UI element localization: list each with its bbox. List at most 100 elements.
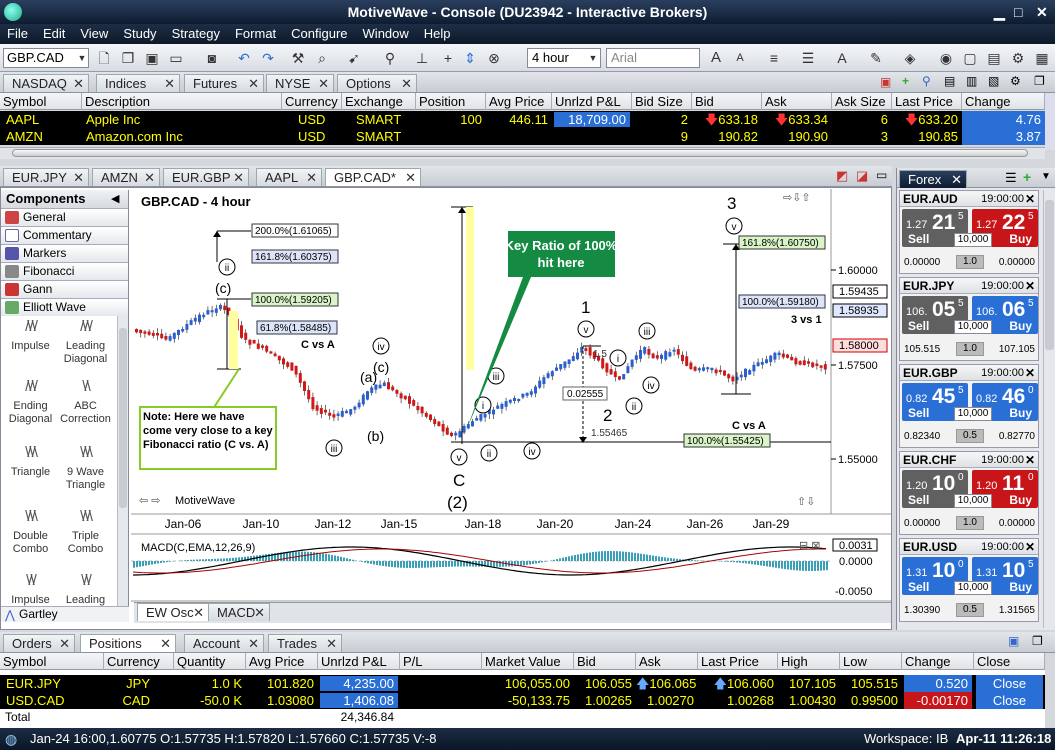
scroll-arrows-icon[interactable]: ⇦ ⇨ bbox=[139, 495, 161, 507]
menu-study[interactable]: Study bbox=[116, 24, 164, 41]
col-bid[interactable]: Bid bbox=[574, 653, 636, 670]
tab-eur-gbp[interactable]: EUR.GBP ✕ bbox=[163, 168, 249, 186]
workspace-label[interactable]: Workspace: IB bbox=[864, 728, 948, 750]
col-close[interactable]: Close bbox=[974, 653, 1045, 670]
plus-icon[interactable]: + bbox=[902, 74, 909, 88]
close-tab-icon[interactable]: ✕ bbox=[164, 75, 175, 92]
tab-options[interactable]: Options ✕ bbox=[337, 74, 417, 92]
positions-config-icon[interactable]: ▣ bbox=[1008, 634, 1019, 648]
watchlist-scrollbar[interactable] bbox=[1045, 93, 1055, 150]
draw-tools-icon[interactable]: ⚒ bbox=[290, 50, 306, 66]
close-tab-icon[interactable]: ✕ bbox=[144, 169, 155, 186]
find-icon[interactable]: ⚲ bbox=[922, 74, 931, 88]
close-tab-icon[interactable]: ✕ bbox=[59, 635, 70, 652]
tab-macd[interactable]: MACD ✕ bbox=[208, 603, 270, 621]
col-currency[interactable]: Currency bbox=[104, 653, 174, 670]
restore-icon[interactable]: ❐ bbox=[1034, 74, 1045, 88]
quantity-input[interactable]: 10,000 bbox=[954, 407, 992, 421]
tool-leading-diagonal[interactable]: /\/\/Leading Diagonal bbox=[58, 319, 113, 366]
close-tab-icon[interactable]: ✕ bbox=[318, 75, 329, 92]
quantity-input[interactable]: 10,000 bbox=[954, 320, 992, 334]
tab-trades[interactable]: Trades ✕ bbox=[268, 634, 342, 652]
pin-icon[interactable]: ⊥ bbox=[414, 50, 430, 66]
fill-color-icon[interactable]: ◈ bbox=[902, 50, 918, 66]
align-icon[interactable]: ≡ bbox=[766, 50, 782, 66]
close-tab-icon[interactable]: ✕ bbox=[248, 75, 259, 92]
col-last-price[interactable]: Last Price bbox=[698, 653, 778, 670]
close-tab-icon[interactable]: ✕ bbox=[233, 169, 244, 186]
tool-impulse[interactable]: /\/\/Impulse bbox=[3, 319, 58, 353]
close-window-icon[interactable]: ✕ bbox=[1036, 0, 1048, 24]
close-tab-icon[interactable]: ✕ bbox=[401, 75, 412, 92]
tab-indices[interactable]: Indices ✕ bbox=[96, 74, 180, 92]
close-tab-icon[interactable]: ✕ bbox=[160, 635, 171, 652]
layout-icon[interactable]: ▦ bbox=[1034, 50, 1050, 66]
close-tab-icon[interactable]: ✕ bbox=[73, 75, 84, 92]
symbol-dropdown-icon[interactable]: ▼ bbox=[74, 50, 90, 66]
col-symbol[interactable]: Symbol bbox=[0, 93, 82, 110]
col-ask-size[interactable]: Ask Size bbox=[832, 93, 892, 110]
palette-icon[interactable]: ◉ bbox=[938, 50, 954, 66]
tool-ending-diagonal[interactable]: /\/\/Ending Diagonal bbox=[3, 379, 58, 426]
undo-icon[interactable]: ↶ bbox=[236, 50, 252, 66]
chart-settings-icon[interactable]: ◪ bbox=[856, 168, 868, 184]
redo-icon[interactable]: ↷ bbox=[260, 50, 276, 66]
col-change[interactable]: Change bbox=[902, 653, 974, 670]
tool-abc-correction[interactable]: \/\ ABC Correction bbox=[58, 379, 113, 426]
col-change[interactable]: Change bbox=[962, 93, 1045, 110]
col-unrlzd-pl[interactable]: Unrlzd P&L bbox=[318, 653, 400, 670]
tool-9-wave-triangle[interactable]: \/\/\ 9 Wave Triangle bbox=[58, 445, 113, 492]
tab-orders[interactable]: Orders ✕ bbox=[3, 634, 75, 652]
link-icon[interactable]: ⊗ bbox=[486, 50, 502, 66]
watchlist-hscrollbar[interactable] bbox=[0, 147, 1045, 159]
component-gann[interactable]: Gann bbox=[1, 280, 128, 298]
components-scrollbar[interactable] bbox=[117, 316, 128, 606]
tool-double-combo[interactable]: \/\/\ Double Combo bbox=[3, 509, 58, 556]
price-chart[interactable]: 200.0%(1.61065) 161.8%(1.60375) 100.0%(1… bbox=[131, 189, 891, 630]
col-description[interactable]: Description bbox=[82, 93, 282, 110]
font-size-up-icon[interactable]: A bbox=[708, 50, 724, 66]
comment-icon[interactable]: ▤ bbox=[986, 50, 1002, 66]
forex-menu-icon[interactable]: ▼ bbox=[1041, 171, 1051, 182]
close-tab-icon[interactable]: ✕ bbox=[326, 635, 337, 652]
tab-nasdaq[interactable]: NASDAQ ✕ bbox=[3, 74, 89, 92]
close-tab-icon[interactable]: ✕ bbox=[306, 169, 317, 186]
close-tile-icon[interactable]: ✕ bbox=[1025, 365, 1035, 381]
tool-triangle[interactable]: \/\/\ Triangle bbox=[3, 445, 58, 479]
nav-arrows-bottom-icon[interactable]: ⇧⇩ bbox=[797, 496, 815, 508]
col-market-value[interactable]: Market Value bbox=[482, 653, 574, 670]
tool-impulse-2[interactable]: \/\/Impulse bbox=[3, 573, 58, 606]
forex-scrollbar[interactable] bbox=[1043, 190, 1055, 628]
col-quantity[interactable]: Quantity bbox=[174, 653, 246, 670]
component-commentary[interactable]: Commentary bbox=[1, 226, 128, 244]
tab-account[interactable]: Account ✕ bbox=[184, 634, 264, 652]
col-low[interactable]: Low bbox=[840, 653, 902, 670]
save-icon[interactable]: ▣ bbox=[144, 50, 160, 66]
close-position-button[interactable]: Close bbox=[976, 675, 1043, 692]
col-high[interactable]: High bbox=[778, 653, 840, 670]
positions-restore-icon[interactable]: ❐ bbox=[1032, 634, 1043, 648]
col-avg-price[interactable]: Avg Price bbox=[246, 653, 318, 670]
close-tab-icon[interactable]: ✕ bbox=[951, 171, 962, 188]
tab-ew-osc[interactable]: EW Osc ✕ bbox=[137, 603, 209, 621]
line-style-icon[interactable]: ☰ bbox=[800, 50, 816, 66]
table-row[interactable]: EUR.JPY JPY 1.0 K 101.820 4,235.00 106,0… bbox=[0, 675, 1045, 692]
close-tile-icon[interactable]: ✕ bbox=[1025, 539, 1035, 555]
col-pl[interactable]: P/L bbox=[400, 653, 482, 670]
fit-icon[interactable]: ⇕ bbox=[462, 50, 478, 66]
components-collapse-icon[interactable]: ◀ bbox=[111, 192, 119, 205]
macd-panel-controls-icon[interactable]: ⊟ ⊠ bbox=[799, 540, 821, 552]
component-gartley[interactable]: ⋀ Gartley bbox=[1, 606, 129, 622]
menu-configure[interactable]: Configure bbox=[284, 24, 355, 41]
menu-help[interactable]: Help bbox=[417, 24, 459, 41]
col-unrlzd-pl[interactable]: Unrlzd P&L bbox=[552, 93, 632, 110]
table-row[interactable]: AAPL Apple Inc USD SMART 100 446.11 18,7… bbox=[0, 111, 1045, 128]
config-icon[interactable]: ⚙ bbox=[1010, 74, 1021, 88]
tab-eur-jpy[interactable]: EUR.JPY ✕ bbox=[3, 168, 89, 186]
chart-restore-icon[interactable]: ▭ bbox=[876, 168, 887, 182]
close-tab-icon[interactable]: ✕ bbox=[248, 635, 259, 652]
quantity-input[interactable]: 10,000 bbox=[954, 233, 992, 247]
col-bid[interactable]: Bid bbox=[692, 93, 762, 110]
bar-size-dropdown-icon[interactable]: ▼ bbox=[585, 50, 601, 66]
crosshair-icon[interactable]: + bbox=[440, 50, 456, 66]
